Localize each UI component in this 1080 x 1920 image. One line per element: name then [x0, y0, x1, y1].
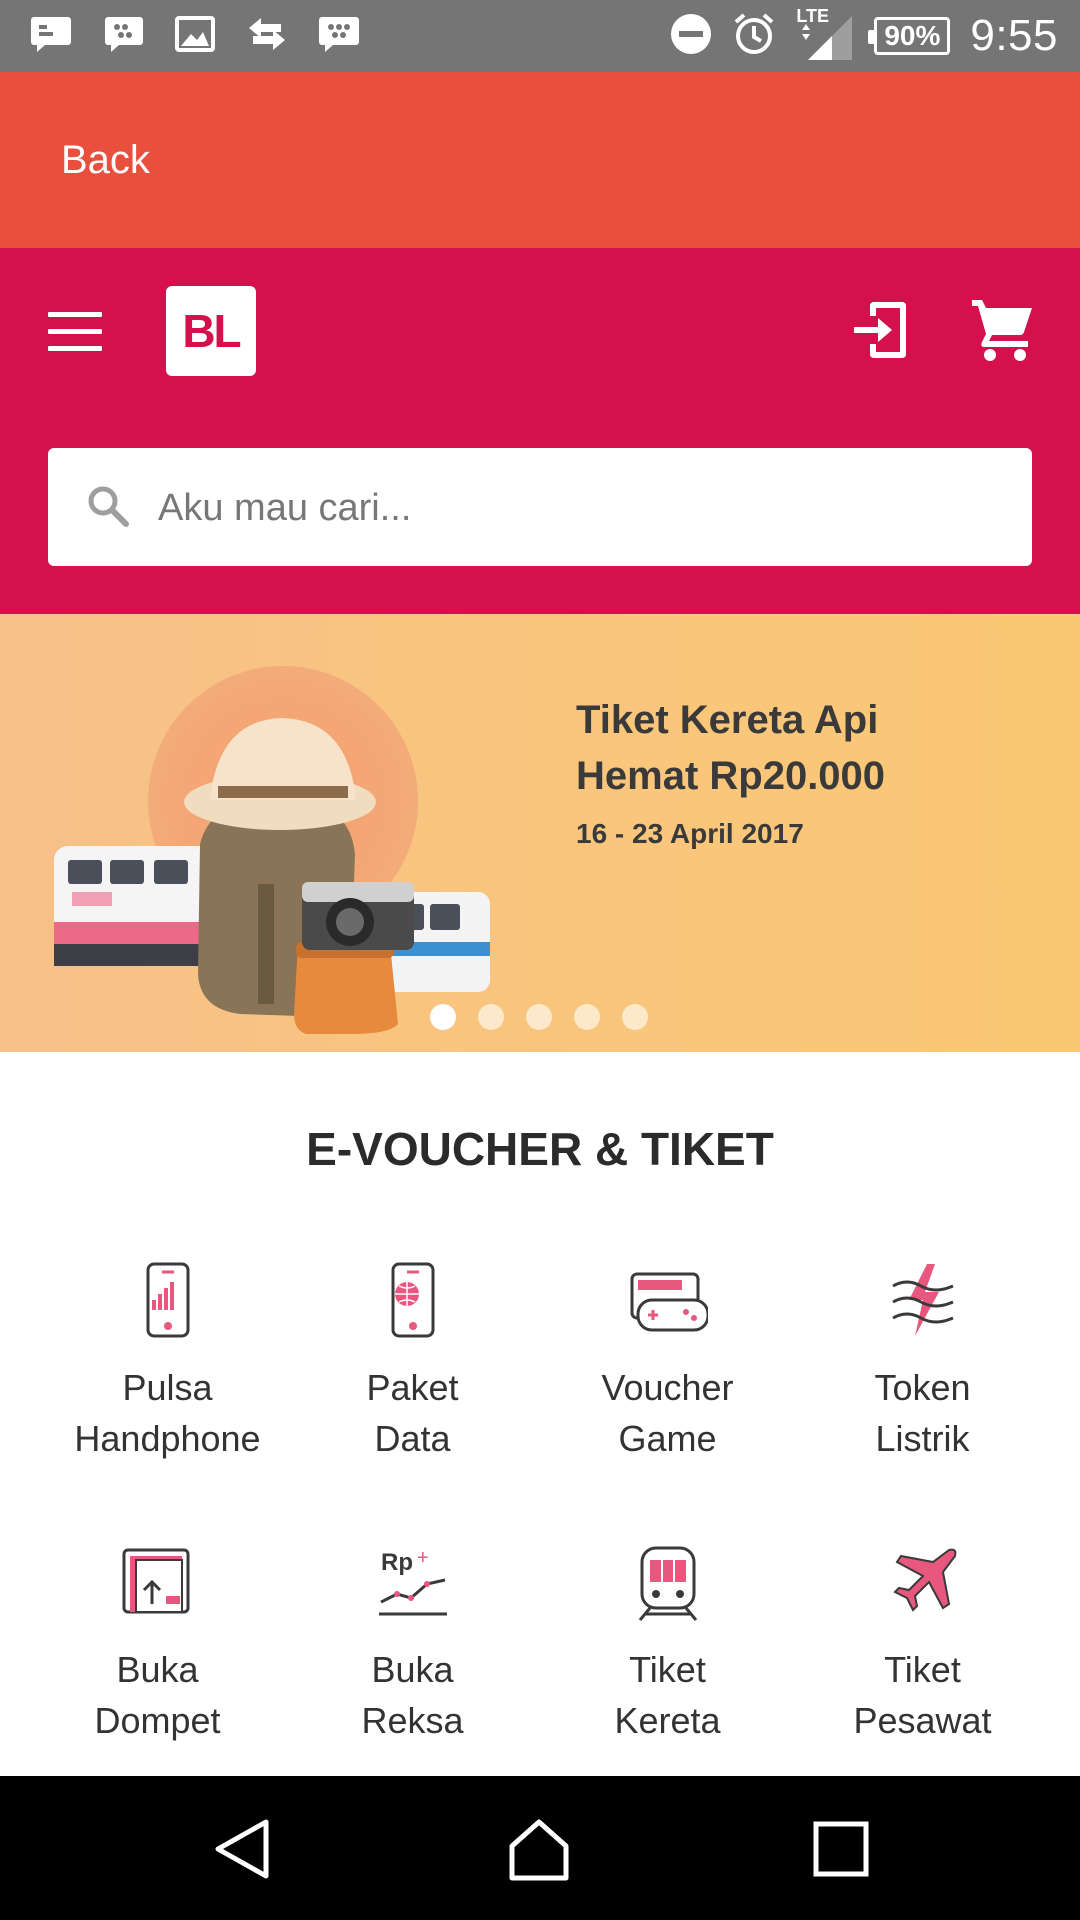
tile-tiket-pesawat[interactable]: Tiket Pesawat: [795, 1542, 1050, 1746]
carousel-dot-4[interactable]: [574, 1004, 600, 1030]
tile-label-line1: Token: [874, 1367, 971, 1408]
status-bar: LTE 90% 9:55: [0, 0, 1080, 72]
promo-banner[interactable]: Tiket Kereta Api Hemat Rp20.000 16 - 23 …: [0, 614, 1080, 1052]
tile-label-line2: Dompet: [94, 1700, 221, 1741]
airplane-icon: [883, 1542, 963, 1622]
tile-label: Paket Data: [285, 1362, 540, 1464]
carousel-dot-5[interactable]: [622, 1004, 648, 1030]
back-bar: Back: [0, 72, 1080, 248]
svg-text:+: +: [417, 1547, 429, 1569]
phone-signal-icon: [128, 1260, 208, 1340]
search-input[interactable]: [156, 474, 1000, 542]
battery-level: 90%: [884, 20, 941, 51]
tile-label-line2: Handphone: [74, 1418, 261, 1459]
tile-token-listrik[interactable]: Token Listrik: [795, 1260, 1050, 1464]
phone-globe-icon: [373, 1260, 453, 1340]
login-icon[interactable]: [852, 298, 910, 362]
transfer-icon: [244, 14, 290, 54]
banner-date: 16 - 23 April 2017: [576, 818, 804, 849]
tile-buka-reksa[interactable]: Rp + Buka Reksa: [285, 1542, 540, 1746]
status-right: LTE 90% 9:55: [670, 6, 1058, 64]
banner-illustration: [54, 718, 490, 1034]
mutual-fund-icon: Rp +: [373, 1542, 453, 1622]
tile-label-line2: Reksa: [361, 1700, 464, 1741]
signal-icon: LTE: [796, 6, 854, 64]
image-icon: [172, 14, 218, 54]
tile-label-line1: Paket: [366, 1367, 459, 1408]
recents-icon[interactable]: [808, 1816, 874, 1882]
tile-label: Buka Reksa: [285, 1644, 540, 1746]
back-triangle-icon[interactable]: [210, 1816, 276, 1882]
tile-voucher-game[interactable]: Voucher Game: [540, 1260, 795, 1464]
wallet-icon: [118, 1542, 198, 1622]
tile-label-line1: Tiket: [884, 1649, 961, 1690]
banner-title-line1: Tiket Kereta Api: [576, 698, 879, 742]
app-header: BL: [0, 248, 1080, 614]
bbm-chat-icon: [100, 14, 146, 54]
tile-label-line1: Tiket: [629, 1649, 706, 1690]
tile-label-line2: Pesawat: [853, 1700, 992, 1741]
message-icon: [28, 14, 74, 54]
tile-label: Token Listrik: [795, 1362, 1050, 1464]
tile-label: Voucher Game: [540, 1362, 795, 1464]
section-title: E-VOUCHER & TIKET: [306, 1123, 774, 1175]
back-button[interactable]: Back: [61, 138, 150, 183]
home-icon[interactable]: [506, 1816, 572, 1882]
game-voucher-icon: [628, 1260, 709, 1340]
tile-buka-dompet[interactable]: Buka Dompet: [30, 1542, 285, 1746]
tile-label-line2: Game: [618, 1418, 717, 1459]
notification-icons: [28, 14, 362, 54]
search-icon: [86, 484, 130, 528]
tile-label: Buka Dompet: [30, 1644, 285, 1746]
svg-text:Rp: Rp: [381, 1549, 413, 1576]
cart-icon[interactable]: [970, 296, 1036, 362]
battery-icon: 90%: [868, 17, 951, 55]
tile-label-line2: Listrik: [875, 1418, 970, 1459]
tile-label-line2: Data: [374, 1418, 451, 1459]
do-not-disturb-icon: [670, 13, 712, 60]
system-nav-bar: [0, 1776, 1080, 1920]
tile-label: Pulsa Handphone: [40, 1362, 295, 1464]
tile-label: Tiket Pesawat: [795, 1644, 1050, 1746]
electricity-icon: [883, 1260, 963, 1340]
tile-label-line1: Buka: [116, 1649, 199, 1690]
clock: 9:55: [970, 11, 1058, 60]
carousel-dot-1[interactable]: [430, 1004, 456, 1030]
train-icon: [628, 1542, 708, 1622]
search-bar[interactable]: [48, 448, 1032, 566]
tile-label-line2: Kereta: [614, 1700, 721, 1741]
carousel-dots: [430, 1004, 648, 1030]
tile-paket-data[interactable]: Paket Data: [285, 1260, 540, 1464]
carousel-dot-3[interactable]: [526, 1004, 552, 1030]
bbm-icon: [316, 14, 362, 54]
tile-pulsa-handphone[interactable]: Pulsa Handphone: [40, 1260, 295, 1464]
alarm-icon: [732, 12, 776, 61]
tile-label-line1: Voucher: [601, 1367, 734, 1408]
carousel-dot-2[interactable]: [478, 1004, 504, 1030]
menu-icon[interactable]: [48, 312, 102, 352]
tile-label: Tiket Kereta: [540, 1644, 795, 1746]
logo[interactable]: BL: [166, 286, 256, 376]
tile-label-line1: Pulsa: [122, 1367, 213, 1408]
tile-tiket-kereta[interactable]: Tiket Kereta: [540, 1542, 795, 1746]
logo-text: BL: [182, 305, 241, 357]
tile-label-line1: Buka: [371, 1649, 454, 1690]
banner-title-line2: Hemat Rp20.000: [576, 754, 886, 798]
banner-title: Tiket Kereta Api Hemat Rp20.000: [576, 692, 885, 804]
